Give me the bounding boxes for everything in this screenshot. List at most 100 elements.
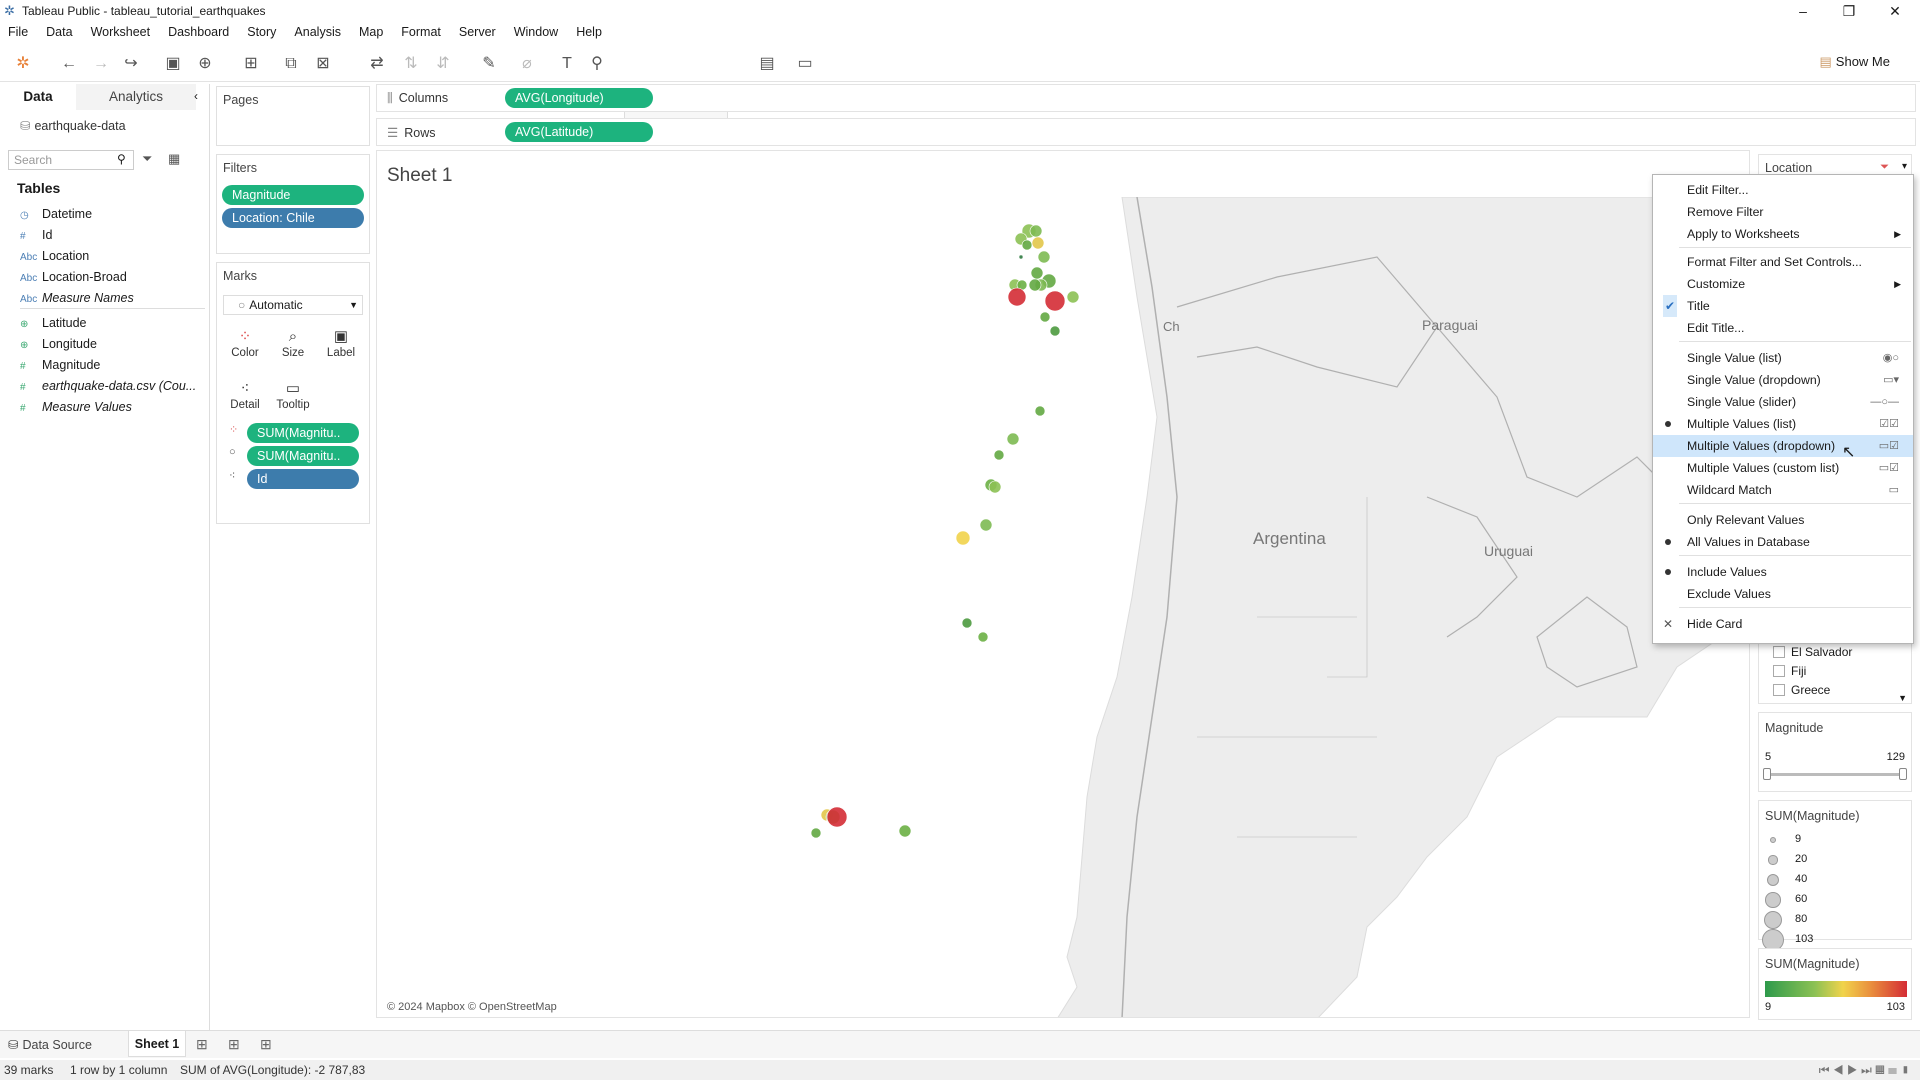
menu-multiple-values-dropdown[interactable]: Multiple Values (dropdown) ▭☑: [1653, 435, 1913, 457]
clear-sheet-icon[interactable]: ⊠: [312, 54, 334, 74]
tableau-home-icon[interactable]: ✲: [12, 54, 34, 74]
earthquake-mark[interactable]: [955, 530, 971, 546]
menu-edit-filter[interactable]: Edit Filter...: [1653, 179, 1913, 201]
menu-hide-card[interactable]: ✕ Hide Card: [1653, 613, 1913, 635]
menu-multiple-values-custom-list[interactable]: Multiple Values (custom list) ▭☑: [1653, 457, 1913, 479]
field-item[interactable]: ◷ Datetime: [20, 204, 205, 224]
earthquake-mark[interactable]: [979, 518, 993, 532]
field-item[interactable]: ⊕ Longitude: [20, 334, 205, 354]
earthquake-mark[interactable]: [826, 806, 848, 828]
earthquake-mark[interactable]: [993, 449, 1005, 461]
menu-help[interactable]: Help: [567, 22, 611, 39]
filter-fields-icon[interactable]: ⏷: [142, 151, 152, 167]
earthquake-mark[interactable]: [1006, 432, 1020, 446]
menu-analysis[interactable]: Analysis: [285, 22, 350, 39]
menu-remove-filter[interactable]: Remove Filter: [1653, 201, 1913, 223]
sort-asc-icon[interactable]: ⇅: [400, 54, 422, 74]
earthquake-mark[interactable]: [1031, 236, 1045, 250]
earthquake-mark[interactable]: [1066, 290, 1080, 304]
filter-pill-location[interactable]: Location: Chile: [222, 208, 364, 228]
rows-shelf[interactable]: ☰ Rows AVG(Latitude): [376, 118, 1916, 146]
collapse-pane-icon[interactable]: ‹: [194, 89, 198, 103]
menu-only-relevant-values[interactable]: Only Relevant Values: [1653, 509, 1913, 531]
checkbox[interactable]: [1773, 684, 1785, 696]
magnitude-slider-track[interactable]: [1767, 773, 1903, 776]
menu-exclude-values[interactable]: Exclude Values: [1653, 583, 1913, 605]
mark-pill-id[interactable]: Id: [247, 469, 359, 489]
minimize-icon[interactable]: –: [1780, 0, 1826, 22]
earthquake-mark[interactable]: [1030, 266, 1044, 280]
maximize-icon[interactable]: ❐: [1826, 0, 1872, 22]
datasource-item[interactable]: ⛁ earthquake-data: [20, 118, 126, 133]
rows-pill[interactable]: AVG(Latitude): [505, 122, 653, 142]
field-item[interactable]: Abc Location: [20, 246, 205, 266]
earthquake-mark[interactable]: [1049, 325, 1061, 337]
worksheet-view[interactable]: Sheet 1 Paraguai Argentina Uruguai Ch © …: [376, 150, 1750, 1018]
earthquake-mark[interactable]: [988, 480, 1002, 494]
columns-shelf[interactable]: ⫼ Columns AVG(Longitude): [376, 84, 1916, 112]
earthquake-mark[interactable]: [1007, 287, 1027, 307]
swap-icon[interactable]: ⇄: [366, 54, 388, 74]
earthquake-mark[interactable]: [810, 827, 822, 839]
magnitude-slider-max-handle[interactable]: [1899, 768, 1907, 780]
field-item[interactable]: # Id: [20, 225, 205, 245]
menu-worksheet[interactable]: Worksheet: [82, 22, 160, 39]
new-story-icon[interactable]: ⊞: [260, 1036, 272, 1053]
status-view-icons[interactable]: ⏮ ◀ ▶ ⏭ ▦ ☰ ▮: [1819, 1060, 1910, 1080]
new-worksheet-icon[interactable]: ⊞: [240, 54, 262, 74]
earthquake-mark[interactable]: [961, 617, 973, 629]
highlight-icon[interactable]: ✎: [478, 54, 500, 74]
field-item[interactable]: Abc Measure Names: [20, 288, 205, 308]
duplicate-sheet-icon[interactable]: ⧉: [280, 54, 302, 74]
scroll-down-icon[interactable]: ▼: [1898, 693, 1907, 703]
menu-dashboard[interactable]: Dashboard: [159, 22, 238, 39]
menu-single-value-slider[interactable]: Single Value (slider) —○—: [1653, 391, 1913, 413]
menu-multiple-values-list[interactable]: Multiple Values (list) ☑☑: [1653, 413, 1913, 435]
data-source-tab[interactable]: ⛁ Data Source: [8, 1037, 92, 1052]
filter-icon[interactable]: ⏷: [1880, 161, 1889, 174]
menu-data[interactable]: Data: [37, 22, 81, 39]
new-datasource-icon[interactable]: ⊕: [194, 54, 216, 74]
menu-all-values-in-database[interactable]: All Values in Database: [1653, 531, 1913, 553]
view-options-icon[interactable]: ▦: [168, 151, 180, 167]
menu-edit-title[interactable]: Edit Title...: [1653, 317, 1913, 339]
earthquake-mark[interactable]: [977, 631, 989, 643]
size-button[interactable]: ⌕ Size: [271, 325, 315, 371]
show-labels-icon[interactable]: T: [556, 54, 578, 74]
sort-desc-icon[interactable]: ⇵: [432, 54, 454, 74]
close-icon[interactable]: ✕: [1872, 0, 1918, 22]
mark-pill-color[interactable]: SUM(Magnitu..: [247, 423, 359, 443]
tab-data[interactable]: Data: [0, 84, 76, 110]
field-item[interactable]: # earthquake-data.csv (Cou...: [20, 376, 205, 396]
earthquake-mark[interactable]: [1018, 254, 1024, 260]
replay-icon[interactable]: ↪: [120, 54, 142, 74]
mark-type-dropdown[interactable]: ○ Automatic ▼: [223, 295, 363, 315]
location-option[interactable]: Fiji: [1763, 664, 1907, 683]
detail-button[interactable]: ⁖ Detail: [223, 377, 267, 423]
new-dashboard-icon[interactable]: ⊞: [228, 1036, 240, 1053]
menu-apply-to-worksheets[interactable]: Apply to Worksheets ▶: [1653, 223, 1913, 245]
earthquake-mark[interactable]: [1021, 239, 1033, 251]
show-cards-icon[interactable]: ▤: [756, 54, 778, 74]
menu-file[interactable]: File: [0, 22, 37, 39]
menu-server[interactable]: Server: [450, 22, 505, 39]
menu-format[interactable]: Format: [392, 22, 450, 39]
menu-include-values[interactable]: Include Values: [1653, 561, 1913, 583]
card-menu-chevron-icon[interactable]: ▾: [1902, 161, 1907, 172]
group-icon[interactable]: ⌀: [516, 54, 538, 74]
checkbox[interactable]: [1773, 665, 1785, 677]
location-option[interactable]: Greece: [1763, 683, 1907, 702]
sheet-title[interactable]: Sheet 1: [387, 165, 453, 187]
menu-title[interactable]: ✔ Title: [1653, 295, 1913, 317]
redo-icon[interactable]: →: [90, 54, 112, 74]
menu-customize[interactable]: Customize ▶: [1653, 273, 1913, 295]
field-item[interactable]: ⊕ Latitude: [20, 313, 205, 333]
field-item[interactable]: # Magnitude: [20, 355, 205, 375]
earthquake-mark[interactable]: [1039, 311, 1051, 323]
filter-pill-magnitude[interactable]: Magnitude: [222, 185, 364, 205]
mark-pill-size[interactable]: SUM(Magnitu..: [247, 446, 359, 466]
earthquake-mark[interactable]: [1037, 250, 1051, 264]
earthquake-mark[interactable]: [1044, 290, 1066, 312]
new-worksheet-icon[interactable]: ⊞: [196, 1036, 208, 1053]
earthquake-mark[interactable]: [1029, 224, 1043, 238]
